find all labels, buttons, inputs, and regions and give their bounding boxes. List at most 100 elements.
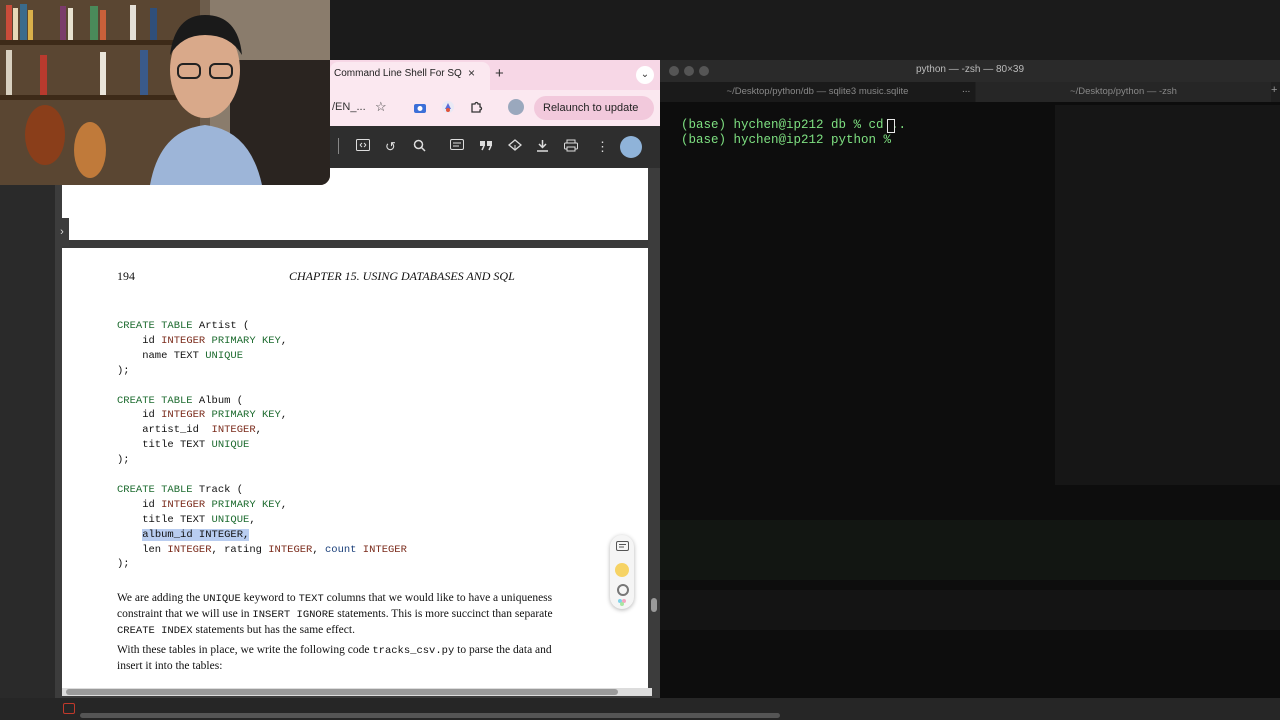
code-line: CREATE TABLE Album ( bbox=[117, 394, 243, 408]
page-separator bbox=[62, 240, 648, 248]
search-icon[interactable] bbox=[413, 139, 426, 155]
extension-icon[interactable] bbox=[413, 101, 427, 115]
reload-icon[interactable]: ↺ bbox=[385, 139, 396, 155]
code-token: INTEGER bbox=[161, 409, 206, 422]
extension-icon[interactable] bbox=[441, 100, 455, 114]
fit-page-icon[interactable] bbox=[356, 139, 370, 154]
code-line: len INTEGER, rating INTEGER, count INTEG… bbox=[117, 543, 407, 557]
paragraph: We are adding the UNIQUE keyword to TEXT… bbox=[117, 591, 565, 639]
terminal-background-reflection bbox=[660, 590, 1280, 630]
sidebar-toggle-icon[interactable]: › bbox=[55, 218, 69, 246]
code-token: UNIQUE bbox=[211, 439, 250, 452]
code-token: PRIMARY KEY bbox=[211, 498, 281, 511]
terminal-background-reflection bbox=[1055, 105, 1280, 485]
terminal-tab[interactable]: ~/Desktop/python/db — sqlite3 music.sqli… bbox=[660, 82, 975, 102]
print-icon[interactable] bbox=[564, 139, 578, 155]
code-token: id bbox=[117, 409, 162, 422]
horizontal-scrollbar-thumb[interactable] bbox=[66, 689, 618, 695]
relaunch-label: Relaunch to update bbox=[543, 102, 639, 114]
code-token: CREATE TABLE bbox=[117, 483, 193, 496]
code-token: , bbox=[280, 334, 288, 347]
code-line: album_id INTEGER, bbox=[117, 528, 250, 542]
webcam-video bbox=[0, 0, 330, 185]
code-token: ); bbox=[117, 558, 130, 571]
tab-close-icon[interactable]: × bbox=[468, 66, 475, 80]
code-line: title TEXT UNIQUE, bbox=[117, 513, 256, 527]
code-token: count bbox=[324, 543, 357, 556]
terminal-tab[interactable]: ~/Desktop/python — -zsh bbox=[976, 82, 1271, 102]
inline-code: UNIQUE bbox=[202, 593, 241, 605]
code-token: UNIQUE bbox=[211, 513, 250, 526]
bookmark-shape-icon[interactable] bbox=[507, 139, 523, 155]
code-token: ); bbox=[117, 364, 130, 377]
code-token: , bbox=[312, 543, 325, 556]
code-token: INTEGER bbox=[268, 543, 313, 556]
code-line: id INTEGER PRIMARY KEY, bbox=[117, 334, 287, 348]
inline-code: INSERT IGNORE bbox=[252, 609, 335, 621]
code-token: , bbox=[249, 513, 256, 526]
code-token: Track ( bbox=[192, 483, 244, 496]
code-token: id bbox=[117, 498, 162, 511]
star-icon[interactable]: ☆ bbox=[375, 99, 387, 115]
code-token: ); bbox=[117, 454, 130, 467]
comment-icon[interactable] bbox=[450, 139, 464, 155]
code-token: len bbox=[117, 543, 168, 556]
code-token: artist_id bbox=[117, 424, 212, 437]
quote-icon[interactable] bbox=[479, 139, 493, 154]
new-tab-icon[interactable]: + bbox=[1271, 84, 1277, 96]
new-tab-icon[interactable]: + bbox=[495, 65, 504, 82]
terminal-prompt-line: (base) hychen@ip212 python % bbox=[666, 119, 899, 147]
tab-menu-icon[interactable]: ⌄ bbox=[636, 66, 654, 84]
code-token: UNIQUE bbox=[205, 349, 244, 362]
terminal-title: python — -zsh — 80×39 bbox=[915, 64, 1025, 75]
toolbar-divider bbox=[338, 138, 339, 154]
inline-code: TEXT bbox=[298, 593, 324, 605]
more-icon[interactable]: ⋮ bbox=[596, 139, 609, 155]
code-line: CREATE TABLE Artist ( bbox=[117, 319, 249, 333]
code-token: Artist ( bbox=[192, 320, 250, 332]
webcam-image bbox=[0, 0, 330, 185]
paragraph-text: statements but has the same effect. bbox=[192, 624, 355, 636]
url-text[interactable]: /EN_... bbox=[332, 101, 366, 113]
terminal-background-reflection bbox=[660, 520, 1280, 580]
code-token: , bbox=[255, 424, 262, 437]
code-token: title TEXT bbox=[117, 439, 212, 452]
code-line: artist_id INTEGER, bbox=[117, 423, 262, 437]
vertical-scrollbar-thumb[interactable] bbox=[651, 598, 657, 612]
code-line: title TEXT UNIQUE bbox=[117, 438, 249, 452]
terminal-line-text: (base) hychen@ip212 python % bbox=[681, 133, 899, 147]
inline-code: tracks_csv.py bbox=[372, 645, 455, 657]
code-line: id INTEGER PRIMARY KEY, bbox=[117, 408, 287, 422]
tab-more-icon[interactable]: ... bbox=[962, 84, 970, 95]
download-icon[interactable] bbox=[536, 139, 549, 155]
code-token: INTEGER bbox=[362, 543, 407, 556]
code-line: ); bbox=[117, 453, 130, 467]
code-token: name TEXT bbox=[117, 349, 206, 362]
extension-icon[interactable] bbox=[469, 100, 483, 114]
code-token: , bbox=[280, 409, 288, 422]
chat-icon[interactable] bbox=[616, 541, 629, 556]
yellow-dot-icon[interactable] bbox=[615, 563, 629, 577]
bottom-scrollbar[interactable] bbox=[80, 713, 780, 718]
code-token: INTEGER bbox=[161, 334, 206, 347]
code-token: , rating bbox=[211, 543, 269, 556]
code-token: CREATE TABLE bbox=[117, 394, 193, 407]
color-dots-icon[interactable] bbox=[617, 593, 627, 606]
paragraph: With these tables in place, we write the… bbox=[117, 643, 565, 674]
chapter-heading: CHAPTER 15. USING DATABASES AND SQL bbox=[289, 269, 515, 283]
pdf-toolbar bbox=[330, 126, 660, 168]
code-line: CREATE TABLE Track ( bbox=[117, 483, 243, 497]
code-line: ); bbox=[117, 557, 130, 571]
relaunch-to-update-button[interactable]: Relaunch to update ⋮ bbox=[534, 96, 654, 138]
inline-code: CREATE INDEX bbox=[117, 625, 193, 637]
code-token: PRIMARY KEY bbox=[211, 409, 281, 422]
avatar[interactable] bbox=[620, 136, 642, 158]
code-token: Album ( bbox=[192, 394, 244, 407]
page-number: 194 bbox=[117, 269, 135, 283]
paragraph-text: We are adding the bbox=[117, 592, 203, 604]
code-token: INTEGER bbox=[167, 543, 212, 556]
recording-indicator bbox=[63, 703, 75, 714]
profile-avatar[interactable] bbox=[508, 99, 524, 115]
code-line: id INTEGER PRIMARY KEY, bbox=[117, 498, 287, 512]
